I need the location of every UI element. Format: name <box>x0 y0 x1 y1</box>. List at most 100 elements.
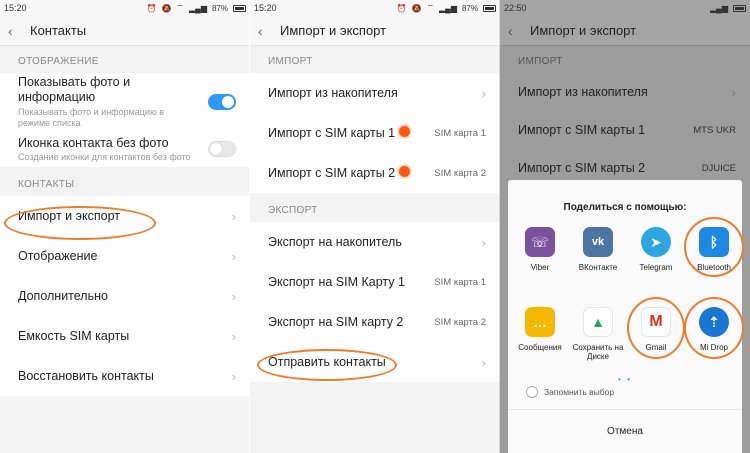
import-from-sim1[interactable]: Импорт с SIM карты 1 MTS UKR <box>500 111 750 149</box>
back-arrow-icon[interactable]: ‹ <box>8 23 20 39</box>
share-app-bluetooth[interactable]: ᛒ Bluetooth <box>684 217 744 301</box>
menu-item-label: Импорт с SIM карты 2 <box>518 161 646 175</box>
section-header-display: ОТОБРАЖЕНИЕ <box>18 56 99 67</box>
battery-icon <box>233 4 246 12</box>
header: ‹ Импорт и экспорт <box>500 16 750 46</box>
export-to-sim2[interactable]: Экспорт на SIM карту 2 SIM карта 2 <box>250 302 500 342</box>
bluetooth-icon: ᛒ <box>699 227 729 257</box>
battery-icon <box>733 4 746 12</box>
share-app-telegram[interactable]: ➤ Telegram <box>627 227 685 301</box>
status-time: 15:20 <box>254 3 277 13</box>
send-contacts[interactable]: Отправить контакты › <box>250 342 500 382</box>
menu-item-label: Импорт с SIM карты 1 <box>268 126 396 140</box>
signal-icon: ▂▄▆ <box>439 3 457 13</box>
sim-label: SIM карта 1 <box>434 276 486 288</box>
menu-item-label: Импорт и экспорт <box>18 209 120 223</box>
viber-icon: ☏ <box>525 227 555 257</box>
share-app-vkontakte[interactable]: vk ВКонтакте <box>569 227 627 301</box>
menu-item-label: Дополнительно <box>18 289 108 303</box>
export-to-storage[interactable]: Экспорт на накопитель › <box>250 222 500 262</box>
mute-icon: 🔕 <box>161 3 172 13</box>
menu-item-sim-capacity[interactable]: Емкость SIM карты › <box>0 316 250 356</box>
menu-item-label: Импорт из накопителя <box>268 86 398 100</box>
import-from-storage[interactable]: Импорт из накопителя › <box>500 73 750 111</box>
share-app-viber[interactable]: ☏ Viber <box>511 227 569 301</box>
touch-marker-icon <box>399 166 411 177</box>
import-export-screen: 15:20 ⏰ 🔕 ⌔ ▂▄▆ 87% ‹ Импорт и экспорт И… <box>250 0 500 453</box>
setting-description: Создание иконки для контактов без фото <box>18 151 191 162</box>
section-header-contacts: КОНТАКТЫ <box>18 179 75 190</box>
menu-item-label: Емкость SIM карты <box>18 329 130 343</box>
app-label: Сообщения <box>518 343 562 352</box>
menu-item-label: Экспорт на накопитель <box>268 235 402 249</box>
header: ‹ Импорт и экспорт <box>250 16 500 46</box>
sim-label: DJUICE <box>701 162 736 174</box>
app-label: ВКонтакте <box>578 263 618 272</box>
chevron-right-icon: › <box>481 234 486 250</box>
chevron-right-icon: › <box>481 85 486 101</box>
gmail-icon: M <box>641 307 671 337</box>
setting-contact-icon[interactable]: Иконка контакта без фото Создание иконки… <box>0 131 250 167</box>
contact-icon-toggle[interactable] <box>208 141 236 157</box>
status-bar: 15:20 ⏰ 🔕 ⌔ ▂▄▆ 87% <box>0 0 250 16</box>
chevron-right-icon: › <box>231 248 236 264</box>
menu-item-label: Экспорт на SIM Карту 1 <box>268 275 405 289</box>
alarm-icon: ⏰ <box>396 3 407 13</box>
setting-description: Показывать фото и информацию в режиме сп… <box>18 107 164 128</box>
section-header-import: ИМПОРТ <box>268 56 313 67</box>
page-title: Контакты <box>30 23 87 38</box>
menu-item-display[interactable]: Отображение › <box>0 236 250 276</box>
menu-item-label: Отображение <box>18 249 98 263</box>
cancel-button[interactable]: Отмена <box>508 409 742 453</box>
status-time: 15:20 <box>4 3 27 13</box>
page-title: Импорт и экспорт <box>280 23 387 38</box>
export-to-sim1[interactable]: Экспорт на SIM Карту 1 SIM карта 1 <box>250 262 500 302</box>
section-header-export: ЭКСПОРТ <box>268 205 318 216</box>
share-app-drive[interactable]: ▲ Сохранить на Диске <box>569 307 627 381</box>
share-app-grid: ☏ Viber vk ВКонтакте ➤ Telegram ᛒ Blueto… <box>508 213 744 381</box>
battery-icon <box>483 4 496 12</box>
remember-radio[interactable] <box>526 386 538 398</box>
sim-label: SIM карта 1 <box>434 127 486 139</box>
menu-item-label: Восстановить контакты <box>18 369 154 383</box>
share-app-midrop[interactable]: ⇡ Mi Drop <box>684 297 744 381</box>
menu-item-advanced[interactable]: Дополнительно › <box>0 276 250 316</box>
app-label: Telegram <box>639 263 673 272</box>
status-bar: 15:20 ⏰ 🔕 ⌔ ▂▄▆ 87% <box>250 0 500 16</box>
back-arrow-icon[interactable]: ‹ <box>258 23 270 39</box>
menu-item-label: Отправить контакты <box>268 355 386 369</box>
app-label: Gmail <box>645 343 667 352</box>
import-from-sim2[interactable]: Импорт с SIM карты 2 SIM карта 2 <box>250 153 500 193</box>
menu-item-import-export[interactable]: Импорт и экспорт › <box>0 196 250 236</box>
share-app-messages[interactable]: … Сообщения <box>511 307 569 381</box>
share-sheet-title: Поделиться с помощью: <box>563 202 687 213</box>
telegram-icon: ➤ <box>641 227 671 257</box>
chevron-right-icon: › <box>481 354 486 370</box>
menu-item-restore[interactable]: Восстановить контакты › <box>0 356 250 396</box>
setting-label: Показывать фото и информацию <box>18 75 131 104</box>
back-arrow-icon[interactable]: ‹ <box>508 23 520 39</box>
remember-choice[interactable]: Запомнить выбор <box>508 384 742 400</box>
menu-item-label: Экспорт на SIM карту 2 <box>268 315 404 329</box>
status-bar: 22:50 ▂▄▆ <box>500 0 750 16</box>
share-sheet: Поделиться с помощью: ☏ Viber vk ВКонтак… <box>508 180 744 453</box>
menu-item-label: Импорт из накопителя <box>518 85 648 99</box>
import-from-storage[interactable]: Импорт из накопителя › <box>250 73 500 113</box>
menu-item-label: Импорт с SIM карты 1 <box>518 123 646 137</box>
mute-icon: 🔕 <box>411 3 422 13</box>
signal-icon: ▂▄▆ <box>710 3 728 13</box>
share-app-gmail[interactable]: M Gmail <box>627 297 685 381</box>
chevron-right-icon: › <box>231 288 236 304</box>
google-drive-icon: ▲ <box>583 307 613 337</box>
page-title: Импорт и экспорт <box>530 23 637 38</box>
section-header-import: ИМПОРТ <box>518 56 563 67</box>
setting-show-photo[interactable]: Показывать фото и информацию Показывать … <box>0 73 250 131</box>
wifi-icon: ⌔ <box>176 3 184 12</box>
header: ‹ Контакты <box>0 16 250 46</box>
import-from-sim1[interactable]: Импорт с SIM карты 1 SIM карта 1 <box>250 113 500 153</box>
menu-item-label: Импорт с SIM карты 2 <box>268 166 396 180</box>
show-photo-toggle[interactable] <box>208 94 236 110</box>
app-label: Bluetooth <box>697 263 731 272</box>
sim-label: SIM карта 2 <box>434 316 486 328</box>
contacts-settings-screen: 15:20 ⏰ 🔕 ⌔ ▂▄▆ 87% ‹ Контакты ОТОБРАЖЕН… <box>0 0 250 453</box>
